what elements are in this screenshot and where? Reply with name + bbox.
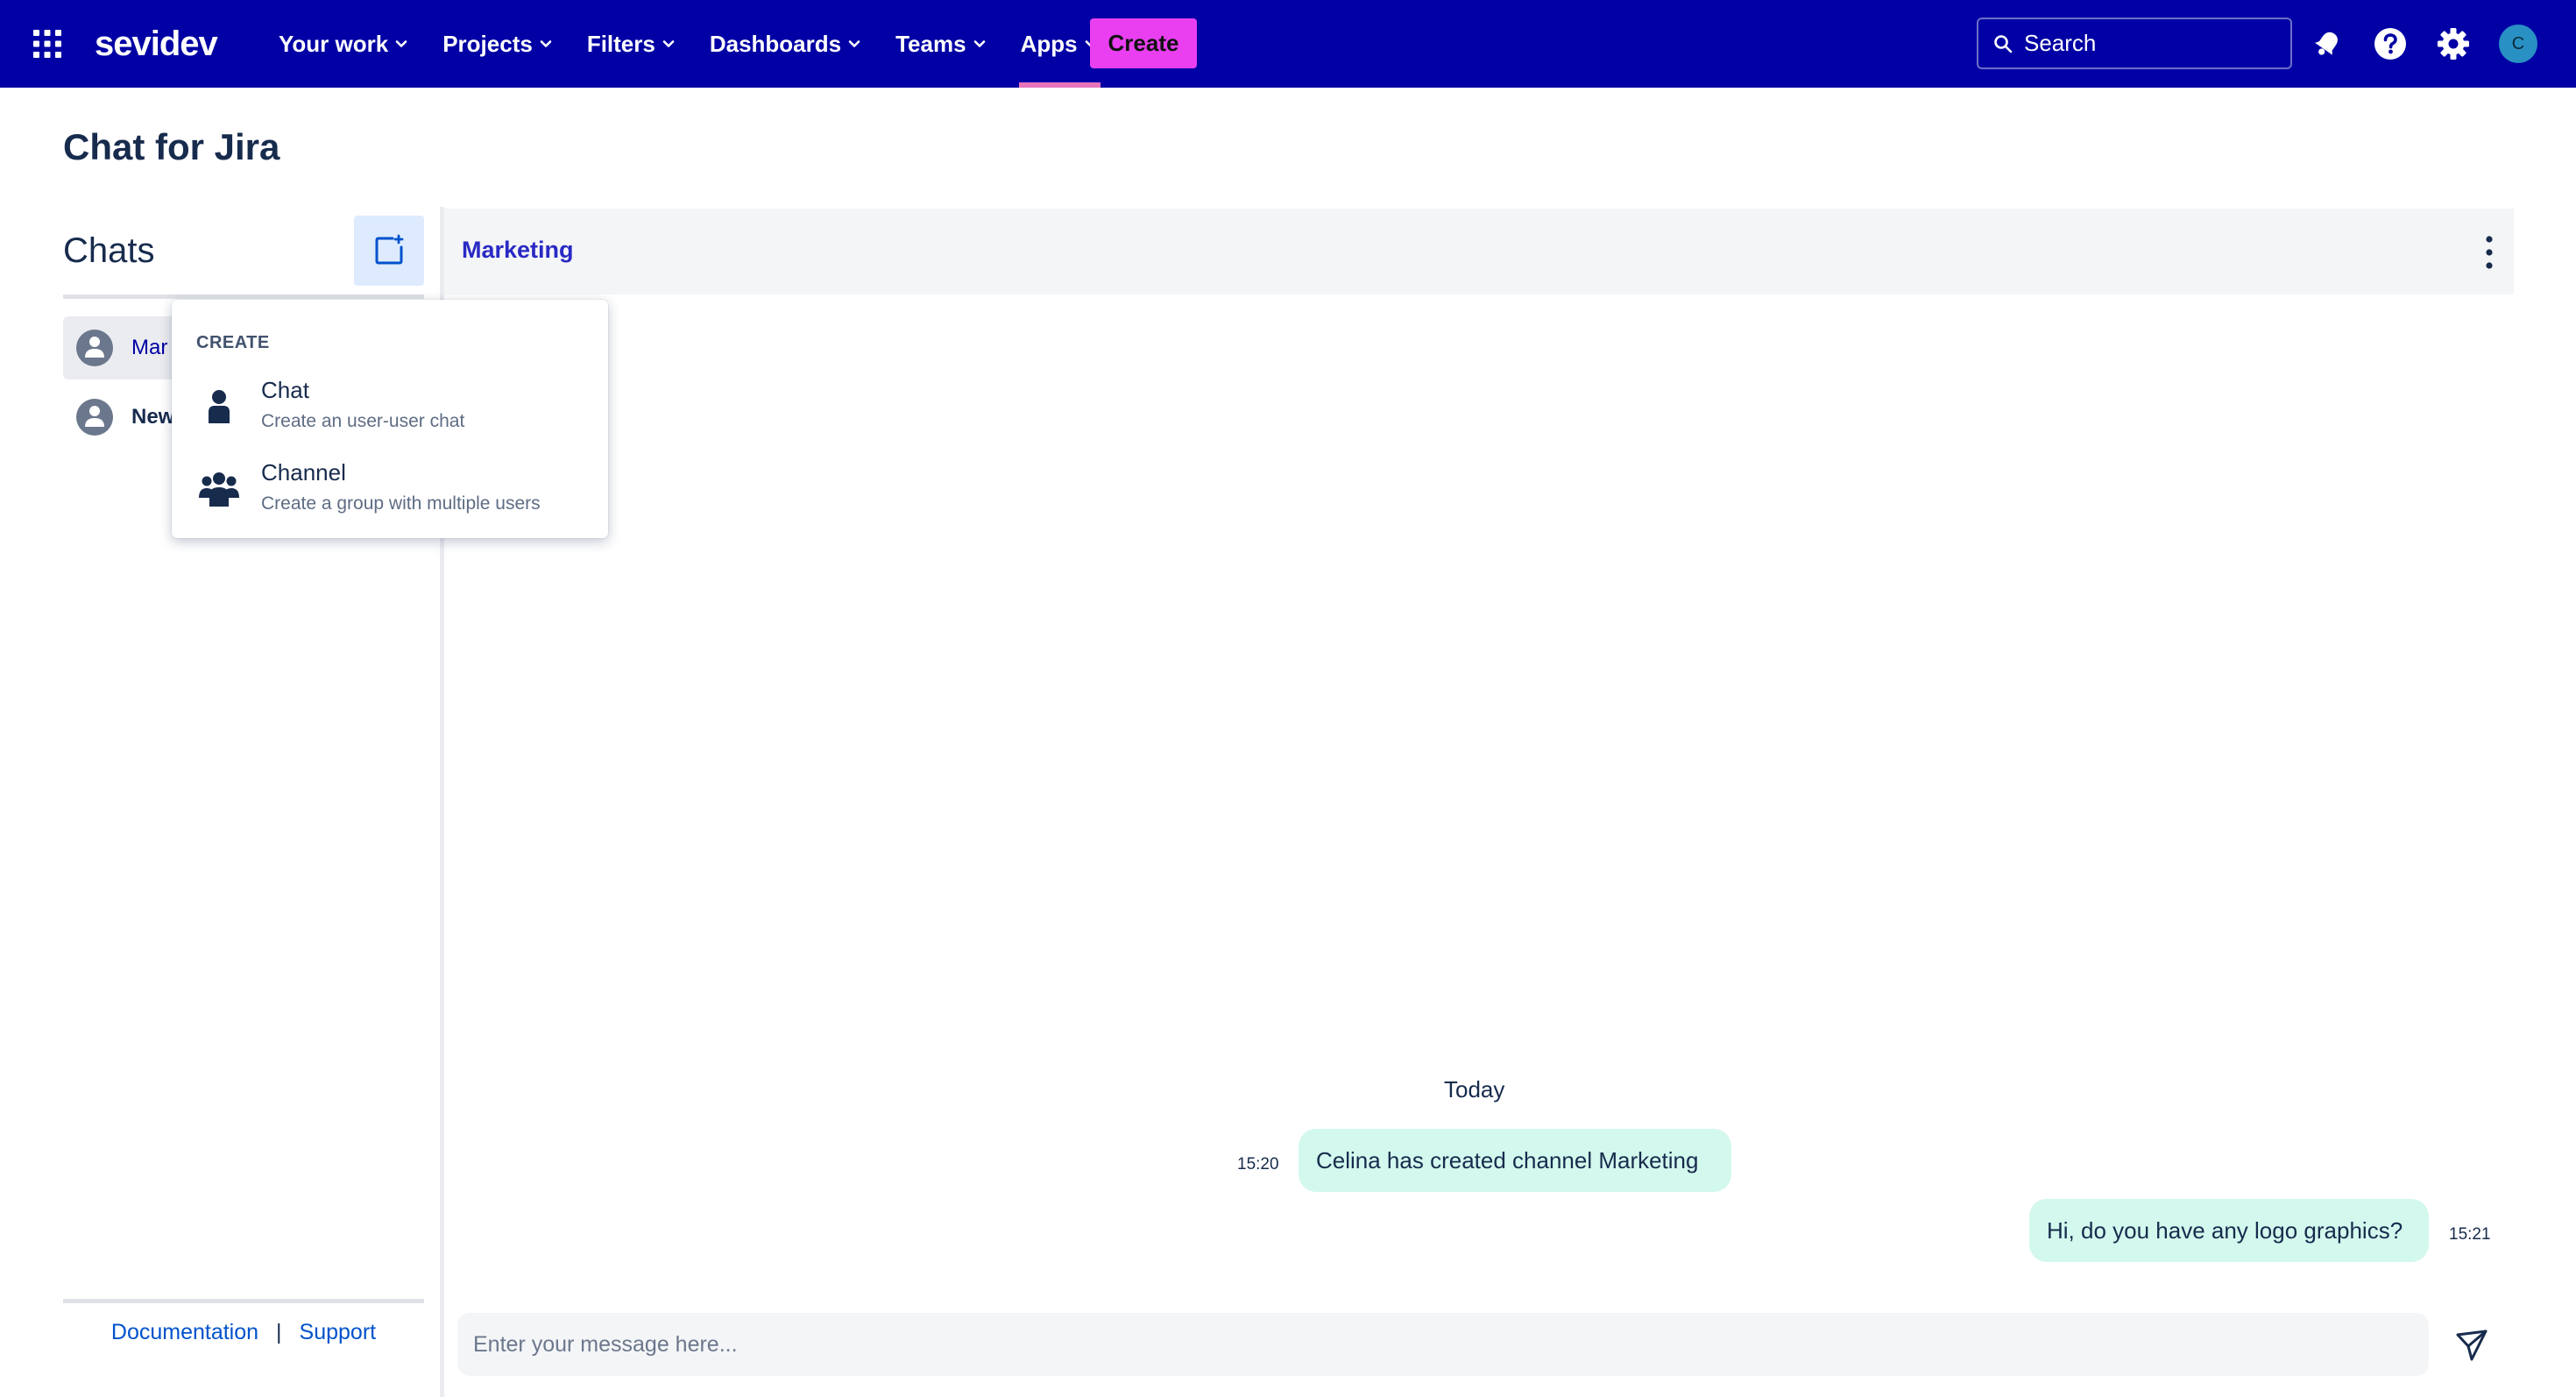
- chevron-down-icon: [395, 40, 407, 47]
- sidebar-footer-divider: [63, 1299, 424, 1303]
- nav-teams[interactable]: Teams: [885, 23, 997, 65]
- footer-separator: |: [276, 1320, 282, 1344]
- chevron-down-icon: [848, 40, 860, 47]
- help-icon[interactable]: [2373, 26, 2408, 61]
- user-avatar-icon: [76, 330, 113, 366]
- nav-label: Apps: [1020, 30, 1078, 57]
- message-composer: [457, 1313, 2429, 1376]
- notifications-icon[interactable]: [2310, 26, 2345, 61]
- message-timestamp: 15:21: [2449, 1225, 2491, 1244]
- sidebar-footer: Documentation | Support: [63, 1320, 424, 1345]
- user-avatar[interactable]: C: [2499, 25, 2537, 63]
- create-button[interactable]: Create: [1090, 18, 1197, 68]
- create-chat-text: Chat Create an user-user chat: [261, 372, 464, 432]
- create-channel-description: Create a group with multiple users: [261, 493, 541, 514]
- more-vertical-icon[interactable]: [2482, 233, 2496, 272]
- new-chat-icon: [375, 234, 404, 265]
- search-icon: [1994, 34, 2013, 53]
- brand-name: sevidev: [95, 24, 218, 63]
- create-chat-option[interactable]: Chat Create an user-user chat: [172, 372, 608, 450]
- create-channel-option[interactable]: Channel Create a group with multiple use…: [172, 454, 608, 533]
- nav-label: Teams: [895, 30, 966, 57]
- sevidev-logo[interactable]: sevidev: [95, 23, 218, 65]
- nav-label: Filters: [586, 30, 655, 57]
- create-channel-text: Channel Create a group with multiple use…: [261, 454, 541, 514]
- conversation-header: Marketing: [444, 209, 2514, 294]
- sidebar-divider: [63, 294, 424, 299]
- documentation-link[interactable]: Documentation: [111, 1320, 258, 1345]
- create-channel-title: Channel: [261, 459, 346, 486]
- day-separator: Today: [1444, 1076, 1505, 1103]
- chat-list-item-label: Mar: [131, 336, 168, 359]
- settings-icon[interactable]: [2436, 26, 2471, 61]
- message-bubble: Hi, do you have any logo graphics?: [2029, 1199, 2429, 1262]
- new-chat-button[interactable]: [354, 216, 424, 286]
- chevron-down-icon: [662, 40, 675, 47]
- nav-label: Your work: [279, 30, 389, 57]
- person-icon: [209, 390, 230, 423]
- nav-filters[interactable]: Filters: [577, 23, 687, 65]
- chevron-down-icon: [973, 40, 985, 47]
- nav-label: Projects: [442, 30, 533, 57]
- message-text: Hi, do you have any logo graphics?: [2047, 1216, 2403, 1244]
- app-switcher-icon[interactable]: [32, 28, 63, 60]
- people-group-icon: [199, 472, 239, 507]
- conversation-title[interactable]: Marketing: [462, 237, 574, 264]
- message-input[interactable]: [473, 1331, 2429, 1358]
- user-avatar-icon: [76, 399, 113, 436]
- nav-your-work[interactable]: Your work: [268, 23, 420, 65]
- message-bubble: Celina has created channel Marketing: [1299, 1129, 1731, 1192]
- create-chat-title: Chat: [261, 377, 309, 403]
- chats-heading: Chats: [63, 231, 155, 270]
- nav-projects[interactable]: Projects: [432, 23, 564, 65]
- top-navigation-bar: sevidev Your work Projects Filters Dashb…: [0, 0, 2576, 88]
- create-chat-description: Create an user-user chat: [261, 411, 465, 431]
- page-title: Chat for Jira: [63, 126, 280, 167]
- create-menu-heading: CREATE: [196, 333, 270, 352]
- send-button[interactable]: [2453, 1327, 2490, 1364]
- search-placeholder: Search: [2024, 30, 2097, 56]
- support-link[interactable]: Support: [300, 1320, 377, 1345]
- chevron-down-icon: [540, 40, 552, 47]
- chat-list-item-label: New: [131, 405, 175, 429]
- search-input[interactable]: Search: [1977, 18, 2292, 69]
- message-text: Celina has created channel Marketing: [1316, 1146, 1699, 1174]
- nav-dashboards[interactable]: Dashboards: [699, 23, 873, 65]
- send-icon: [2456, 1330, 2488, 1361]
- primary-nav: Your work Projects Filters Dashboards Te…: [268, 23, 1109, 88]
- nav-label: Dashboards: [709, 30, 842, 57]
- message-timestamp: 15:20: [1237, 1155, 1279, 1174]
